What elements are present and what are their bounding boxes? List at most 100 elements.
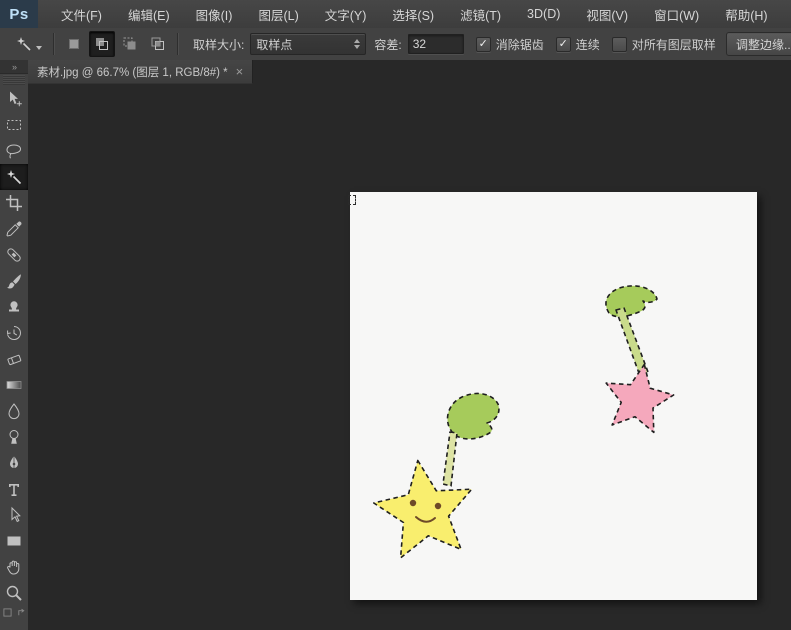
sample-all-layers-label: 对所有图层取样 (632, 36, 716, 53)
tool-history-brush[interactable] (0, 320, 28, 346)
intersect-selections-icon (149, 35, 167, 53)
pink-star (606, 365, 673, 433)
star-eye-right (435, 503, 441, 509)
yellow-plant-leaf (447, 393, 498, 438)
subtract-from-selection-button[interactable] (117, 31, 143, 57)
anti-alias-option: ✓ 消除锯齿 (476, 36, 544, 53)
marquee-icon (5, 116, 23, 134)
zoom-icon (5, 584, 23, 602)
sample-size-value: 取样点 (256, 36, 292, 53)
contiguous-option: ✓ 连续 (556, 36, 600, 53)
sample-size-dropdown[interactable]: 取样点 (250, 33, 366, 55)
document-canvas[interactable] (350, 192, 757, 600)
pen-icon (5, 454, 23, 472)
anti-alias-checkbox[interactable]: ✓ (476, 37, 491, 52)
crop-icon (5, 194, 23, 212)
tolerance-label: 容差: (374, 36, 401, 53)
contiguous-label: 连续 (576, 36, 600, 53)
anti-alias-label: 消除锯齿 (496, 36, 544, 53)
tool-lasso[interactable] (0, 138, 28, 164)
pink-plant-leaf (606, 286, 657, 317)
artwork (350, 192, 757, 600)
document-tab-bar: 素材.jpg @ 66.7% (图层 1, RGB/8#) * × (28, 60, 791, 84)
tools-panel: » (0, 60, 29, 630)
tool-marquee[interactable] (0, 112, 28, 138)
tool-eyedropper[interactable] (0, 216, 28, 242)
tool-eraser[interactable] (0, 346, 28, 372)
separator (53, 33, 55, 55)
tool-direct-selection[interactable] (0, 502, 28, 528)
tool-move[interactable] (0, 86, 28, 112)
tool-brush[interactable] (0, 268, 28, 294)
tool-pen[interactable] (0, 450, 28, 476)
tolerance-input[interactable] (408, 34, 464, 54)
rectangle-icon (5, 532, 23, 550)
tool-blur[interactable] (0, 398, 28, 424)
tool-options-bar: 取样大小: 取样点 容差: ✓消除锯齿✓连续对所有图层取样 调整边缘... (0, 28, 791, 61)
tool-rectangle[interactable] (0, 528, 28, 554)
tool-dodge[interactable] (0, 424, 28, 450)
refine-edge-button[interactable]: 调整边缘... (726, 32, 791, 56)
document-tab[interactable]: 素材.jpg @ 66.7% (图层 1, RGB/8#) * × (28, 60, 253, 84)
tool-magic-wand[interactable] (0, 164, 28, 190)
history-brush-icon (5, 324, 23, 342)
menu-item-image[interactable]: 图像(I) (183, 0, 246, 28)
eyedropper-icon (5, 220, 23, 238)
pink-star-plant (606, 286, 674, 433)
hand-icon (5, 558, 23, 576)
tab-close-button[interactable]: × (236, 65, 244, 78)
menu-item-3d[interactable]: 3D(D) (514, 0, 573, 28)
move-icon (5, 90, 23, 108)
menu-item-file[interactable]: 文件(F) (48, 0, 115, 28)
new-selection-icon (65, 35, 83, 53)
tool-clone-stamp[interactable] (0, 294, 28, 320)
menu-item-help[interactable]: 帮助(H) (712, 0, 780, 28)
panel-grip[interactable] (3, 75, 25, 85)
contiguous-checkbox[interactable]: ✓ (556, 37, 571, 52)
spot-healing-icon (5, 246, 23, 264)
intersect-selections-button[interactable] (145, 31, 171, 57)
menu-item-select[interactable]: 选择(S) (379, 0, 447, 28)
yellow-star (374, 461, 472, 558)
magic-wand-icon (15, 35, 33, 53)
sample-all-layers-option: 对所有图层取样 (612, 36, 716, 53)
swap-colors-icon[interactable] (17, 608, 26, 617)
menu-item-edit[interactable]: 编辑(E) (115, 0, 183, 28)
photoshop-logo: Ps (0, 0, 38, 28)
collapse-panel-button[interactable]: » (0, 60, 28, 74)
spinner-icon (354, 39, 360, 49)
subtract-from-selection-icon (121, 35, 139, 53)
tool-zoom[interactable] (0, 580, 28, 606)
separator (177, 33, 179, 55)
menu-bar: Ps 文件(F)编辑(E)图像(I)图层(L)文字(Y)选择(S)滤镜(T)3D… (0, 0, 791, 29)
add-to-selection-button[interactable] (89, 31, 115, 57)
menu-item-window[interactable]: 窗口(W) (641, 0, 712, 28)
menu-item-layer[interactable]: 图层(L) (245, 0, 311, 28)
yellow-star-plant (374, 393, 499, 557)
tool-crop[interactable] (0, 190, 28, 216)
selection-mode-buttons (61, 31, 171, 57)
eraser-icon (5, 350, 23, 368)
mask-icon[interactable] (3, 608, 12, 617)
menu-item-filter[interactable]: 滤镜(T) (447, 0, 514, 28)
tool-gradient[interactable] (0, 372, 28, 398)
gradient-icon (5, 376, 23, 394)
star-eye-left (410, 500, 416, 506)
menu-item-type[interactable]: 文字(Y) (312, 0, 380, 28)
tool-type[interactable] (0, 476, 28, 502)
clone-stamp-icon (5, 298, 23, 316)
new-selection-button[interactable] (61, 31, 87, 57)
menu-items: 文件(F)编辑(E)图像(I)图层(L)文字(Y)选择(S)滤镜(T)3D(D)… (48, 0, 781, 28)
tool-spot-healing[interactable] (0, 242, 28, 268)
type-icon (5, 480, 23, 498)
sample-all-layers-checkbox[interactable] (612, 37, 627, 52)
magic-wand-icon (5, 168, 23, 186)
tool-hand[interactable] (0, 554, 28, 580)
tool-preset-picker[interactable] (10, 32, 47, 56)
menu-item-view[interactable]: 视图(V) (573, 0, 641, 28)
yellow-plant-stem (443, 432, 457, 486)
dodge-icon (5, 428, 23, 446)
document-tab-title: 素材.jpg @ 66.7% (图层 1, RGB/8#) * (37, 64, 228, 80)
direct-selection-icon (5, 506, 23, 524)
canvas-area[interactable] (28, 84, 791, 630)
